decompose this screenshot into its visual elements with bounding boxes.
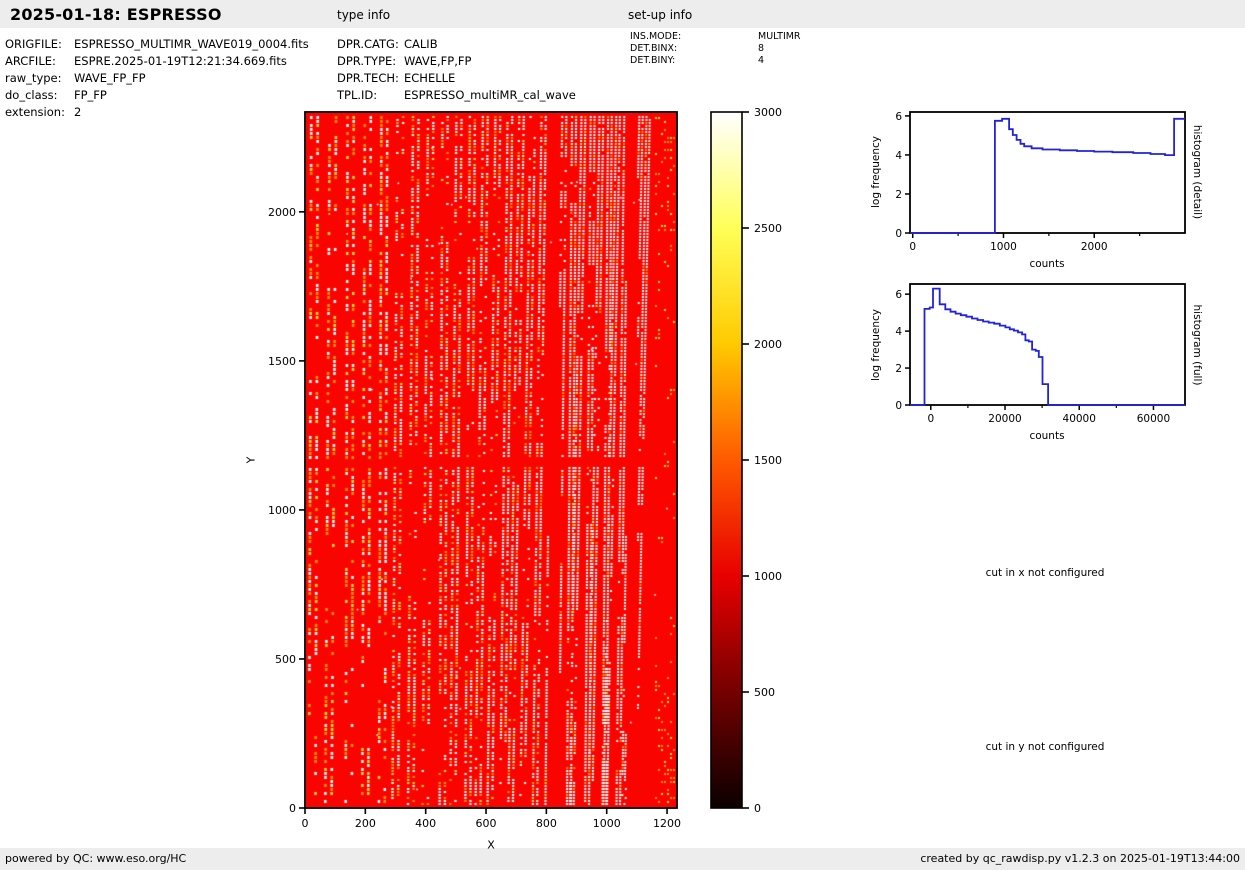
svg-text:20000: 20000 bbox=[988, 413, 1021, 425]
svg-text:1000: 1000 bbox=[268, 504, 296, 517]
file-info-value: WAVE_FP_FP bbox=[74, 71, 146, 85]
svg-text:1000: 1000 bbox=[754, 570, 782, 583]
svg-text:2000: 2000 bbox=[754, 338, 782, 351]
hist-detail-xaxis-label: counts bbox=[1029, 258, 1064, 270]
file-info-value: FP_FP bbox=[74, 88, 107, 102]
svg-text:3000: 3000 bbox=[754, 106, 782, 119]
type-info-row: DPR.TYPE:WAVE,FP,FP bbox=[337, 53, 576, 70]
hist-full-xaxis-label: counts bbox=[1029, 430, 1064, 442]
setup-info-row: DET.BINY:4 bbox=[630, 55, 801, 67]
svg-text:4: 4 bbox=[895, 150, 902, 162]
file-info-row: ORIGFILE:ESPRESSO_MULTIMR_WAVE019_0004.f… bbox=[5, 36, 309, 53]
svg-text:600: 600 bbox=[476, 817, 497, 830]
svg-text:500: 500 bbox=[275, 653, 296, 666]
file-info-label: raw_type: bbox=[5, 70, 74, 87]
type-info-value: ESPRESSO_multiMR_cal_wave bbox=[404, 88, 576, 102]
file-info-row: ARCFILE:ESPRE.2025-01-19T12:21:34.669.fi… bbox=[5, 53, 309, 70]
svg-text:2000: 2000 bbox=[268, 206, 296, 219]
svg-text:2500: 2500 bbox=[754, 222, 782, 235]
file-info-block: ORIGFILE:ESPRESSO_MULTIMR_WAVE019_0004.f… bbox=[5, 36, 309, 121]
type-info-label: TPL.ID: bbox=[337, 87, 404, 104]
type-info-row: DPR.CATG:CALIB bbox=[337, 36, 576, 53]
svg-text:1200: 1200 bbox=[653, 817, 681, 830]
svg-text:0: 0 bbox=[895, 228, 902, 240]
svg-text:6: 6 bbox=[895, 111, 902, 123]
file-info-row: extension:2 bbox=[5, 104, 309, 121]
svg-text:1000: 1000 bbox=[990, 241, 1017, 253]
setup-info-value: 4 bbox=[758, 55, 764, 66]
svg-text:800: 800 bbox=[536, 817, 557, 830]
main-yaxis-label: Y bbox=[245, 457, 258, 464]
file-info-label: extension: bbox=[5, 104, 74, 121]
svg-text:1000: 1000 bbox=[593, 817, 621, 830]
svg-text:0: 0 bbox=[754, 802, 761, 815]
svg-text:2: 2 bbox=[895, 363, 902, 375]
setup-info-block: INS.MODE:MULTIMR DET.BINX:8 DET.BINY:4 bbox=[630, 31, 801, 67]
cut-y-message: cut in y not configured bbox=[986, 741, 1105, 753]
svg-text:0: 0 bbox=[927, 413, 934, 425]
svg-text:40000: 40000 bbox=[1063, 413, 1096, 425]
file-info-value: ESPRESSO_MULTIMR_WAVE019_0004.fits bbox=[74, 37, 309, 51]
svg-text:60000: 60000 bbox=[1137, 413, 1170, 425]
file-info-value: ESPRE.2025-01-19T12:21:34.669.fits bbox=[74, 54, 287, 68]
setup-info-value: 8 bbox=[758, 43, 764, 54]
qc-report-page: 2025-01-18: ESPRESSO type info set-up in… bbox=[0, 0, 1245, 870]
hist-detail-right-label: histogram (detail) bbox=[1191, 125, 1203, 219]
cut-x-message: cut in x not configured bbox=[986, 567, 1105, 579]
hist-detail-yaxis-label: log frequency bbox=[870, 136, 882, 208]
svg-text:0: 0 bbox=[909, 241, 916, 253]
type-info-block: DPR.CATG:CALIB DPR.TYPE:WAVE,FP,FP DPR.T… bbox=[337, 36, 576, 104]
svg-text:500: 500 bbox=[754, 686, 775, 699]
setup-info-heading: set-up info bbox=[628, 8, 692, 22]
main-xaxis-label: X bbox=[487, 839, 495, 852]
svg-text:0: 0 bbox=[895, 400, 902, 412]
setup-info-row: INS.MODE:MULTIMR bbox=[630, 31, 801, 43]
svg-text:0: 0 bbox=[302, 817, 309, 830]
file-info-label: ORIGFILE: bbox=[5, 36, 74, 53]
type-info-label: DPR.TECH: bbox=[337, 70, 404, 87]
svg-text:1500: 1500 bbox=[754, 454, 782, 467]
type-info-heading: type info bbox=[337, 8, 390, 22]
svg-text:2: 2 bbox=[895, 189, 902, 201]
svg-text:4: 4 bbox=[895, 326, 902, 338]
type-info-value: WAVE,FP,FP bbox=[404, 54, 471, 68]
setup-info-row: DET.BINX:8 bbox=[630, 43, 801, 55]
hist-full-yaxis-label: log frequency bbox=[870, 309, 882, 381]
type-info-row: TPL.ID:ESPRESSO_multiMR_cal_wave bbox=[337, 87, 576, 104]
setup-info-value: MULTIMR bbox=[758, 31, 801, 42]
file-info-row: raw_type:WAVE_FP_FP bbox=[5, 70, 309, 87]
setup-info-label: DET.BINY: bbox=[630, 55, 758, 67]
type-info-label: DPR.CATG: bbox=[337, 36, 404, 53]
file-info-row: do_class:FP_FP bbox=[5, 87, 309, 104]
hist-full-right-label: histogram (full) bbox=[1191, 305, 1203, 386]
type-info-value: CALIB bbox=[404, 37, 438, 51]
svg-text:1500: 1500 bbox=[268, 355, 296, 368]
colorbar-gradient bbox=[711, 112, 742, 808]
file-info-value: 2 bbox=[74, 105, 81, 119]
file-info-label: ARCFILE: bbox=[5, 53, 74, 70]
svg-text:200: 200 bbox=[355, 817, 376, 830]
svg-text:6: 6 bbox=[895, 289, 902, 301]
setup-info-label: DET.BINX: bbox=[630, 43, 758, 55]
setup-info-label: INS.MODE: bbox=[630, 31, 758, 43]
page-title: 2025-01-18: ESPRESSO bbox=[10, 5, 222, 24]
svg-text:2000: 2000 bbox=[1081, 241, 1108, 253]
raw-image-canvas bbox=[306, 113, 677, 808]
type-info-value: ECHELLE bbox=[404, 71, 455, 85]
svg-text:0: 0 bbox=[289, 802, 296, 815]
svg-text:400: 400 bbox=[415, 817, 436, 830]
file-info-label: do_class: bbox=[5, 87, 74, 104]
footer-right-text: created by qc_rawdisp.py v1.2.3 on 2025-… bbox=[920, 852, 1240, 865]
type-info-label: DPR.TYPE: bbox=[337, 53, 404, 70]
footer-left-text: powered by QC: www.eso.org/HC bbox=[5, 852, 186, 865]
type-info-row: DPR.TECH:ECHELLE bbox=[337, 70, 576, 87]
